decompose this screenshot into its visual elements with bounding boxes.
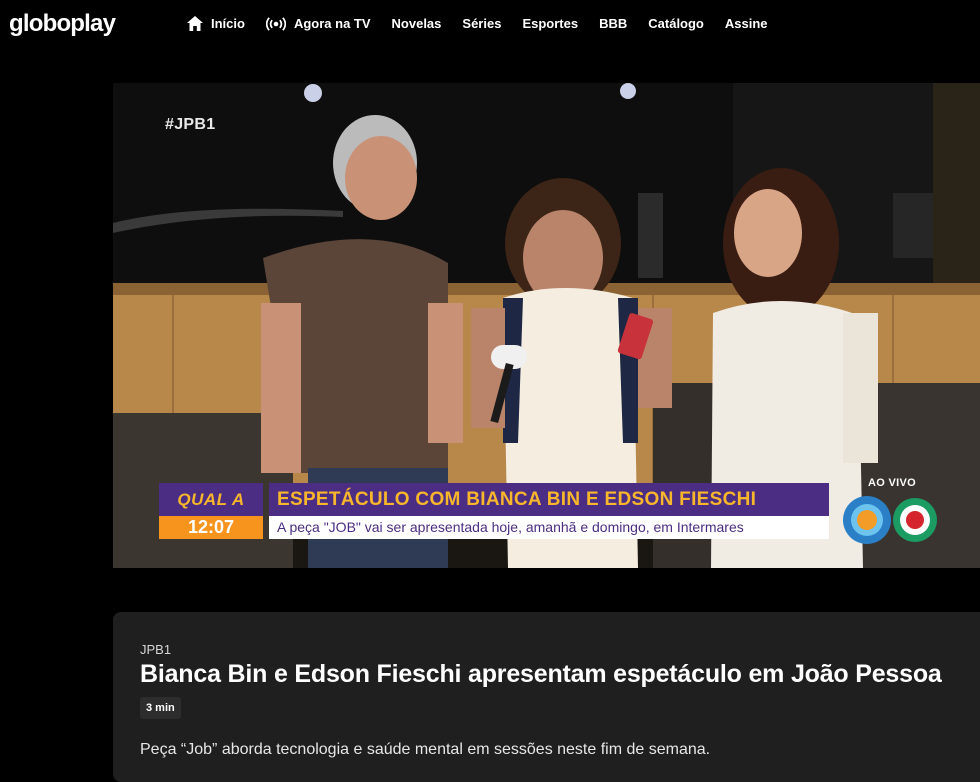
nav-item-series[interactable]: Séries [462, 16, 501, 31]
nav-item-label: Agora na TV [293, 16, 371, 31]
program-name[interactable]: JPB1 [140, 642, 171, 657]
broadcast-icon [265, 16, 286, 31]
globo-logo-icon [893, 498, 937, 542]
nav-item-assine[interactable]: Assine [725, 16, 768, 31]
nav-item-agora-na-tv[interactable]: Agora na TV [265, 16, 371, 31]
banner-headline: ESPETÁCULO COM BIANCA BIN E EDSON FIESCH… [269, 483, 829, 516]
nav-item-inicio[interactable]: Início [187, 16, 245, 31]
nav-item-catalogo[interactable]: Catálogo [648, 16, 704, 31]
nav-item-bbb[interactable]: BBB [599, 16, 627, 31]
main-nav: Início Agora na TV Novelas Séries Esport… [187, 16, 789, 31]
banner-subheadline: A peça "JOB" vai ser apresentada hoje, a… [269, 516, 829, 539]
top-navigation: globoplay Início Agora na TV Novelas Sér… [0, 0, 980, 50]
live-label: AO VIVO [868, 477, 916, 489]
segment-label: QUAL A BOA? [159, 483, 263, 542]
nav-item-esportes[interactable]: Esportes [522, 16, 578, 31]
video-description: Peça “Job” aborda tecnologia e saúde men… [140, 741, 711, 758]
duration-badge: 3 min [140, 697, 181, 719]
broadcaster-logos [843, 496, 937, 544]
video-player[interactable]: #JPB1 QUAL A BOA? 12:07 ESPETÁCULO COM B… [113, 83, 980, 568]
nav-item-label: Início [211, 16, 245, 31]
clock-label: 12:07 [159, 516, 263, 539]
home-icon [187, 16, 203, 31]
video-title: Bianca Bin e Edson Fieschi apresentam es… [140, 660, 942, 688]
video-info-card: JPB1 Bianca Bin e Edson Fieschi apresent… [113, 612, 980, 782]
globoplay-logo[interactable]: globoplay [9, 10, 116, 38]
tv-cabo-branco-logo-icon [843, 496, 891, 544]
lower-third-banner: QUAL A BOA? 12:07 ESPETÁCULO COM BIANCA … [159, 483, 839, 542]
program-hashtag: #JPB1 [165, 116, 216, 133]
nav-item-novelas[interactable]: Novelas [392, 16, 442, 31]
